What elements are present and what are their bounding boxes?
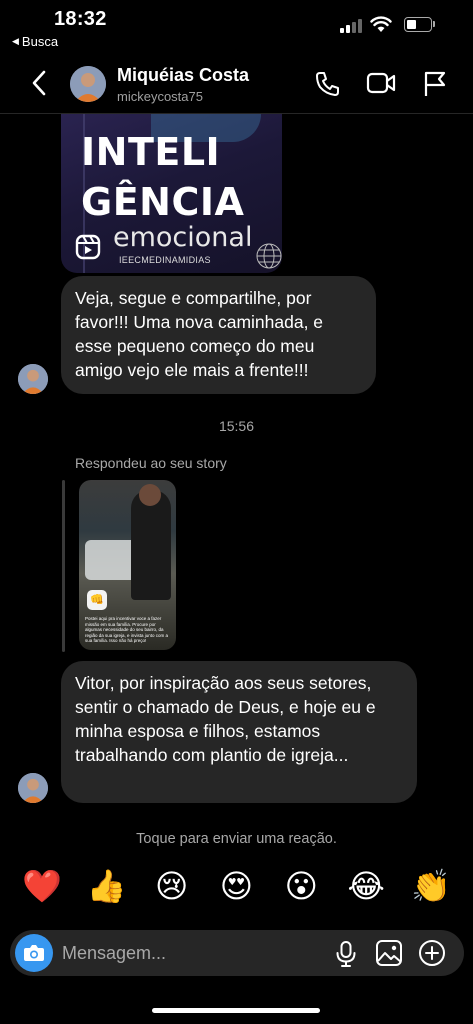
story-photo-head <box>139 484 161 506</box>
battery-icon <box>404 17 432 32</box>
reaction-thumbs-up[interactable]: 👍 <box>87 866 127 906</box>
story-sticker-icon: 👊 <box>87 590 107 610</box>
reel-title-line1: INTELI <box>81 130 221 174</box>
shared-reel-thumbnail[interactable]: INTELI GÊNCIA emocional IEECMEDINAMIDIAS <box>61 114 282 273</box>
message-timestamp: 15:56 <box>218 418 255 434</box>
story-caption: Postei aqui pra incentivar voce a fazer … <box>85 616 169 643</box>
avatar-photo <box>18 364 48 394</box>
camera-button[interactable] <box>15 934 53 972</box>
message-bubble-incoming[interactable]: Veja, segue e compartilhe, por favor!!! … <box>61 276 376 394</box>
reaction-red-heart[interactable]: ❤️ <box>22 866 62 906</box>
avatar-photo <box>18 773 48 803</box>
video-camera-icon[interactable] <box>366 70 396 96</box>
cellular-signal-icon <box>340 18 362 33</box>
flag-icon[interactable] <box>422 70 448 98</box>
contact-username[interactable]: mickeycosta75 <box>117 89 203 104</box>
sender-avatar[interactable] <box>18 773 48 803</box>
story-photo-person <box>131 490 171 600</box>
reply-indicator-bar <box>62 480 65 652</box>
reaction-hint: Toque para enviar uma reação. <box>136 831 337 847</box>
battery-tip <box>433 21 435 27</box>
wifi-icon <box>370 16 392 32</box>
reaction-clapping-hands[interactable]: 👏 <box>411 866 451 906</box>
message-input[interactable] <box>62 940 312 966</box>
back-chevron-icon[interactable] <box>28 68 52 98</box>
status-time: 18:32 <box>54 8 107 30</box>
story-thumbnail[interactable]: 👊 Postei aqui pra incentivar voce a faze… <box>79 480 176 650</box>
reel-title-line2: GÊNCIA <box>81 180 245 224</box>
story-reply-label: Respondeu ao seu story <box>75 455 227 471</box>
microphone-icon[interactable] <box>335 940 357 968</box>
home-indicator[interactable] <box>152 1008 320 1013</box>
camera-icon <box>24 945 44 961</box>
reel-handle: IEECMEDINAMIDIAS <box>119 255 211 265</box>
reaction-bar: ❤️ 👍 😢 😍 😮 😂 👏 <box>0 866 473 910</box>
avatar-photo <box>70 66 106 102</box>
sender-avatar[interactable] <box>18 364 48 394</box>
contact-avatar[interactable] <box>70 66 106 102</box>
globe-icon <box>256 243 282 269</box>
back-app-label: Busca <box>21 34 59 49</box>
plus-circle-icon[interactable] <box>418 939 446 967</box>
reaction-tears-of-joy[interactable]: 😂 <box>346 866 386 906</box>
message-bubble-incoming[interactable]: Vitor, por inspiração aos seus setores, … <box>61 661 417 803</box>
reaction-heart-eyes[interactable]: 😍 <box>216 866 256 906</box>
reel-title-line3: emocional <box>113 222 253 253</box>
reaction-surprised-face[interactable]: 😮 <box>281 866 321 906</box>
reaction-crying-face[interactable]: 😢 <box>152 866 192 906</box>
back-triangle-icon: ◀ <box>12 36 19 46</box>
back-to-app-link[interactable]: ◀ Busca <box>12 34 58 49</box>
gallery-icon[interactable] <box>375 939 403 967</box>
phone-icon[interactable] <box>314 70 342 98</box>
reels-icon <box>75 234 101 260</box>
contact-name[interactable]: Miquéias Costa <box>117 65 249 86</box>
